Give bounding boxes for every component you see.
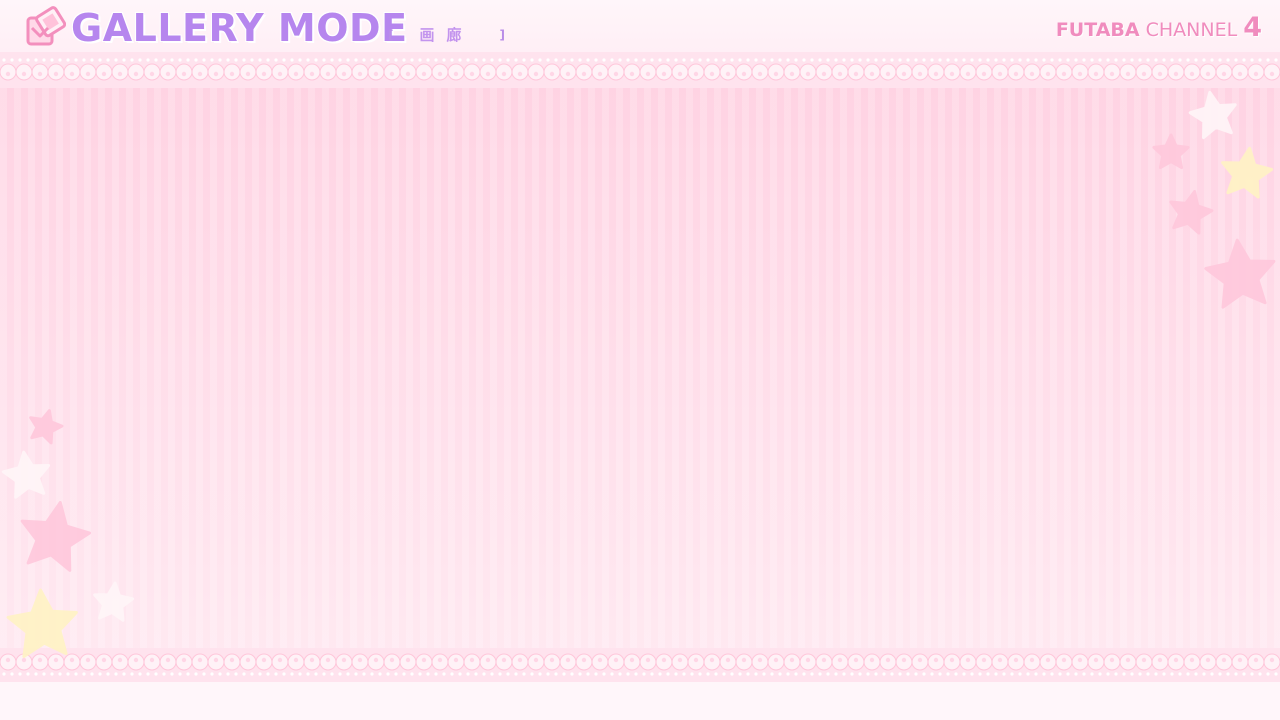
- brand-channel: CHANNEL: [1145, 19, 1238, 41]
- lace-border-bottom: [0, 648, 1280, 682]
- brand-name: FUTABA: [1055, 19, 1140, 41]
- brand-logo: FUTABA CHANNEL 4: [1056, 10, 1262, 46]
- subtitle-bracket-open: [: [388, 28, 394, 42]
- subtitle-bracket-close: ]: [499, 28, 505, 42]
- page-subtitle: [ 画廊 ]: [388, 24, 505, 46]
- gallery-frame-icon: [26, 6, 66, 46]
- page-title: GALLERY MODE: [71, 6, 408, 50]
- footer-bar: [0, 676, 1280, 720]
- subtitle-text: 画廊: [419, 26, 474, 44]
- brand-number: 4: [1243, 12, 1262, 43]
- lace-border-top: [0, 52, 1280, 88]
- gallery-main-area: [0, 84, 1280, 660]
